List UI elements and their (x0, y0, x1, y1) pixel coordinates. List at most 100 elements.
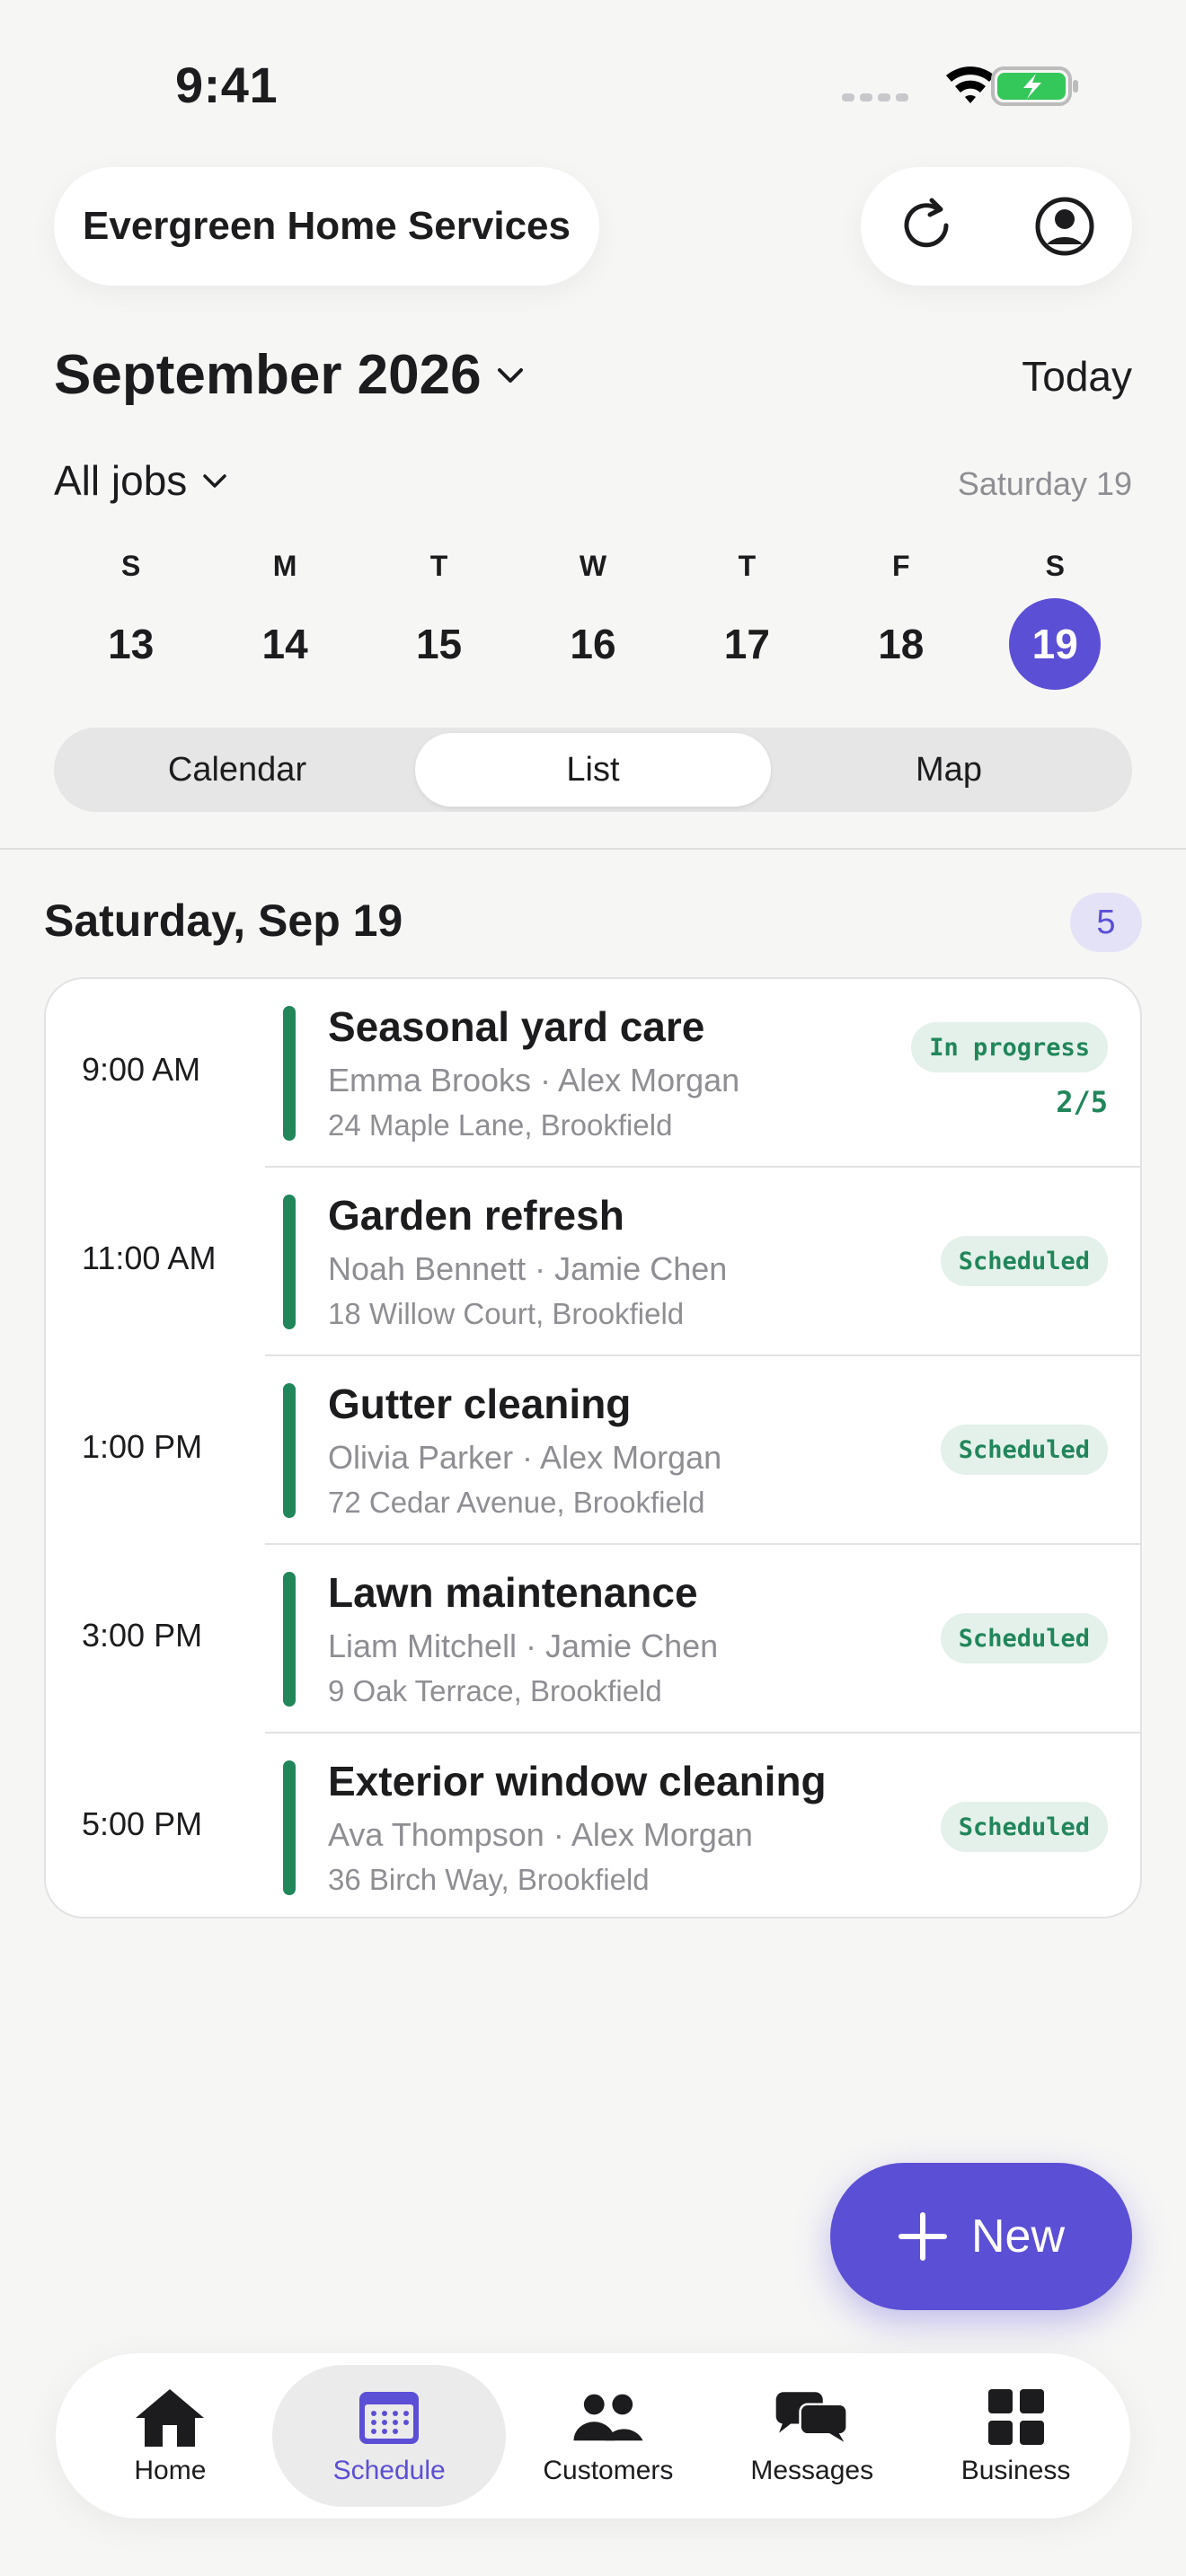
tab-home[interactable]: Home (68, 2365, 272, 2507)
day-letter: W (579, 550, 607, 582)
list-date-heading: Saturday, Sep 19 (44, 895, 403, 946)
job-time: 3:00 PM (82, 1617, 203, 1654)
status-badge: Scheduled (940, 1613, 1108, 1663)
month-picker[interactable]: September 2026 (54, 343, 527, 407)
tab-label: Home (134, 2456, 207, 2485)
new-job-label: New (970, 2210, 1066, 2263)
job-title: Lawn maintenance (328, 1569, 698, 1616)
job-row[interactable]: 1:00 PM Gutter cleaning Olivia Parker · … (46, 1356, 1140, 1545)
chevron-down-icon (497, 367, 523, 383)
day-letter: F (892, 550, 910, 582)
job-status-bar (283, 1760, 296, 1895)
bottom-tab-bar: Home Schedule Customers Messages Busines… (56, 2353, 1130, 2519)
calendar-icon (351, 2386, 427, 2448)
job-status-bar (283, 1572, 296, 1707)
new-job-button[interactable]: New (830, 2163, 1132, 2310)
job-row[interactable]: 3:00 PM Lawn maintenance Liam Mitchell ·… (46, 1545, 1140, 1734)
signal-icon (842, 93, 908, 101)
job-people: Ava Thompson · Alex Morgan (328, 1816, 753, 1853)
job-row[interactable]: 9:00 AM Seasonal yard care Emma Brooks ·… (46, 979, 1140, 1168)
job-status-bar (283, 1006, 296, 1141)
wifi-icon (946, 66, 995, 103)
job-address: 18 Willow Court, Brookfield (328, 1297, 685, 1330)
tab-map[interactable]: Map (771, 733, 1127, 807)
job-address: 36 Birch Way, Brookfield (328, 1863, 650, 1896)
job-status-bar (283, 1195, 296, 1329)
job-people: Liam Mitchell · Jamie Chen (328, 1628, 719, 1664)
tab-calendar[interactable]: Calendar (59, 733, 415, 807)
status-badge: In progress (911, 1022, 1108, 1072)
chat-bubbles-icon (774, 2386, 850, 2448)
day-number: 18 (878, 621, 925, 667)
tab-schedule[interactable]: Schedule (271, 2365, 507, 2507)
day-cell[interactable]: T 15 (362, 543, 516, 690)
house-icon (132, 2386, 208, 2448)
today-button[interactable]: Today (1022, 352, 1132, 401)
status-badge: Scheduled (940, 1802, 1108, 1852)
day-number: 13 (108, 621, 155, 667)
tab-business[interactable]: Business (914, 2365, 1118, 2507)
job-progress: 2/5 (1056, 1085, 1108, 1119)
job-people: Emma Brooks · Alex Morgan (328, 1062, 740, 1098)
tab-messages[interactable]: Messages (710, 2365, 914, 2507)
filter-label: All jobs (54, 457, 188, 504)
job-people: Noah Bennett · Jamie Chen (328, 1250, 728, 1287)
refresh-icon[interactable] (897, 194, 961, 259)
day-cell-selected[interactable]: S 19 (978, 543, 1132, 690)
status-time: 9:41 (175, 57, 279, 113)
grid-icon (978, 2386, 1054, 2448)
day-cell[interactable]: F 18 (824, 543, 978, 690)
day-cell[interactable]: M 14 (208, 543, 361, 690)
job-address: 9 Oak Terrace, Brookfield (328, 1674, 662, 1707)
job-status-bar (283, 1383, 296, 1518)
tab-label: Business (960, 2456, 1071, 2485)
day-number: 15 (415, 621, 463, 667)
job-people: Olivia Parker · Alex Morgan (328, 1439, 722, 1476)
job-time: 1:00 PM (82, 1428, 203, 1465)
job-title: Garden refresh (328, 1192, 624, 1239)
tab-label: Customers (543, 2456, 674, 2485)
day-letter: S (1045, 550, 1065, 582)
header-actions (861, 167, 1132, 286)
job-title: Gutter cleaning (328, 1381, 632, 1427)
job-time: 9:00 AM (82, 1051, 201, 1088)
job-time: 5:00 PM (82, 1805, 203, 1842)
job-title: Exterior window cleaning (328, 1758, 827, 1804)
job-address: 24 Maple Lane, Brookfield (328, 1108, 673, 1142)
battery-icon (991, 66, 1078, 106)
job-time: 11:00 AM (82, 1239, 217, 1276)
week-strip: S 13 M 14 T 15 W 16 T 17 F 18 S 19 (54, 543, 1132, 690)
day-number: 17 (723, 621, 770, 667)
business-name: Evergreen Home Services (83, 204, 571, 248)
status-badge: Scheduled (940, 1425, 1108, 1475)
tab-list[interactable]: List (415, 733, 771, 807)
tab-label: Schedule (332, 2456, 446, 2485)
divider (0, 848, 1186, 850)
day-cell[interactable]: S 13 (54, 543, 208, 690)
people-icon (571, 2386, 646, 2448)
job-row[interactable]: 5:00 PM Exterior window cleaning Ava Tho… (46, 1734, 1140, 1917)
day-letter: T (738, 550, 757, 582)
day-letter: S (121, 550, 141, 582)
profile-icon[interactable] (1032, 194, 1097, 259)
jobs-list: 9:00 AM Seasonal yard care Emma Brooks ·… (44, 977, 1142, 1919)
business-name-button[interactable]: Evergreen Home Services (54, 167, 599, 286)
job-row[interactable]: 11:00 AM Garden refresh Noah Bennett · J… (46, 1168, 1140, 1356)
day-letter: T (429, 550, 448, 582)
day-letter: M (272, 550, 297, 582)
job-filter-dropdown[interactable]: All jobs (54, 456, 230, 505)
day-number: 16 (570, 621, 616, 667)
status-icons (840, 63, 1083, 110)
day-cell[interactable]: W 16 (516, 543, 669, 690)
day-number: 14 (261, 621, 308, 667)
chevron-down-icon (203, 474, 227, 488)
day-cell[interactable]: T 17 (670, 543, 824, 690)
month-title: September 2026 (54, 344, 482, 406)
selected-date-label: Saturday 19 (957, 465, 1132, 502)
plus-icon (898, 2212, 947, 2261)
day-number-selected: 19 (1009, 598, 1102, 690)
job-count-badge: 5 (1070, 893, 1142, 952)
status-badge: Scheduled (940, 1236, 1108, 1286)
view-segmented-control: Calendar List Map (54, 728, 1132, 812)
tab-customers[interactable]: Customers (506, 2365, 710, 2507)
